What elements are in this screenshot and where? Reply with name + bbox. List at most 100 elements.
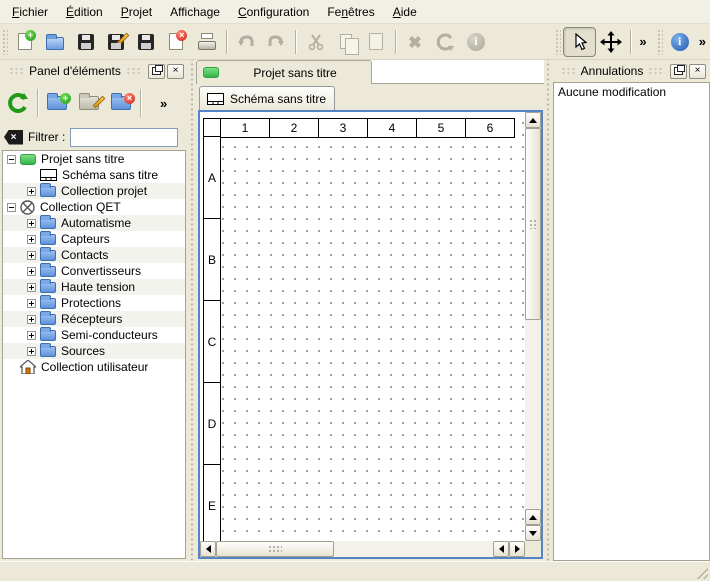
collapse-icon[interactable] [7, 155, 16, 164]
toolbar-overflow-button[interactable]: » [635, 34, 650, 49]
rotate-button[interactable] [430, 27, 460, 57]
dock-texture [648, 67, 663, 75]
arrow-right-icon [515, 545, 520, 553]
menu-fenetres[interactable]: Fenêtres [318, 1, 383, 23]
arrow-left-icon [499, 545, 504, 553]
close-panel-button[interactable]: × [689, 64, 706, 79]
float-panel-button[interactable] [670, 64, 687, 79]
tree-item-recepteurs[interactable]: Récepteurs [3, 311, 185, 327]
resize-grip[interactable] [695, 566, 708, 579]
left-splitter-handle[interactable] [188, 60, 196, 561]
expand-icon[interactable] [27, 331, 36, 340]
folder-icon [40, 298, 56, 309]
move-mode-button[interactable] [596, 27, 626, 57]
column-header-cell: 6 [465, 118, 515, 138]
tree-item-schema[interactable]: Schéma sans titre [3, 167, 185, 183]
tree-item-protections[interactable]: Protections [3, 295, 185, 311]
select-mode-button[interactable] [563, 27, 596, 57]
column-header-cell: 2 [269, 118, 319, 138]
expand-icon[interactable] [27, 235, 36, 244]
redo-button[interactable] [261, 27, 291, 57]
toolbar-drag-handle[interactable] [2, 29, 8, 55]
menu-aide[interactable]: Aide [384, 1, 426, 23]
print-button[interactable] [192, 27, 222, 57]
qelectrotech-window: Fichier Édition Projet Affichage Configu… [0, 0, 710, 581]
scroll-left-button[interactable] [200, 541, 216, 557]
collapse-icon[interactable] [7, 203, 16, 212]
menu-configuration[interactable]: Configuration [229, 1, 318, 23]
float-panel-button[interactable] [148, 64, 165, 79]
main-toolbar: + × [0, 24, 710, 60]
tree-item-semi-conducteurs[interactable]: Semi-conducteurs [3, 327, 185, 343]
close-document-button[interactable]: × [161, 27, 191, 57]
filter-row: × Filtrer : [0, 124, 188, 150]
tree-item-convertisseurs[interactable]: Convertisseurs [3, 263, 185, 279]
expand-icon[interactable] [27, 219, 36, 228]
toolbar-overflow-button[interactable]: » [695, 34, 710, 49]
save-all-button[interactable] [131, 27, 161, 57]
delete-category-button[interactable]: × [105, 87, 137, 119]
tree-item-sources[interactable]: Sources [3, 343, 185, 359]
undo-list-item[interactable]: Aucune modification [556, 84, 707, 100]
tree-item-contacts[interactable]: Contacts [3, 247, 185, 263]
expand-icon[interactable] [27, 283, 36, 292]
new-category-button[interactable]: + [41, 87, 73, 119]
toolbar-drag-handle[interactable] [657, 29, 663, 55]
folder-icon [40, 250, 56, 261]
tab-project[interactable]: Projet sans titre [196, 60, 372, 84]
open-button[interactable] [40, 27, 70, 57]
expand-icon[interactable] [27, 299, 36, 308]
tree-item-capteurs[interactable]: Capteurs [3, 231, 185, 247]
toolbar-drag-handle[interactable] [555, 29, 561, 55]
new-document-button[interactable]: + [10, 27, 40, 57]
menu-edition[interactable]: Édition [57, 1, 112, 23]
panel-overflow-button[interactable]: » [156, 96, 171, 111]
horizontal-scrollbar[interactable] [200, 541, 525, 557]
delete-button[interactable] [400, 27, 430, 57]
scroll-down-button[interactable] [525, 525, 541, 541]
tree-item-collection-qet[interactable]: Collection QET [3, 199, 185, 215]
about-info-button[interactable]: i [665, 27, 695, 57]
tree-item-projet[interactable]: Projet sans titre [3, 151, 185, 167]
tree-item-collection-utilisateur[interactable]: Collection utilisateur [3, 359, 185, 375]
menu-affichage[interactable]: Affichage [161, 1, 229, 23]
undo-panel-titlebar[interactable]: Annulations × [552, 60, 710, 82]
menu-fichier[interactable]: Fichier [3, 1, 57, 23]
close-panel-button[interactable]: × [167, 64, 184, 79]
reload-collections-button[interactable] [2, 87, 34, 119]
expand-icon[interactable] [27, 347, 36, 356]
scroll-right-button[interactable] [509, 541, 525, 557]
filter-input[interactable] [70, 128, 178, 147]
vertical-scrollbar[interactable] [525, 112, 541, 541]
save-as-button[interactable] [101, 27, 131, 57]
tree-item-collection-projet[interactable]: Collection projet [3, 183, 185, 199]
cursor-arrow-icon [572, 33, 588, 51]
scroll-up-button[interactable] [525, 112, 541, 128]
expand-icon[interactable] [27, 315, 36, 324]
paste-button[interactable] [361, 27, 391, 57]
cut-button[interactable] [300, 27, 330, 57]
element-info-button[interactable]: i [461, 27, 491, 57]
schema-canvas[interactable]: 1 2 3 4 5 6 A B C D E [200, 112, 525, 541]
expand-icon[interactable] [27, 187, 36, 196]
save-button[interactable] [70, 27, 100, 57]
expand-icon[interactable] [27, 251, 36, 260]
titleblock-corner-cell [203, 118, 221, 138]
edit-category-button[interactable] [73, 87, 105, 119]
tree-item-automatisme[interactable]: Automatisme [3, 215, 185, 231]
copy-button[interactable] [331, 27, 361, 57]
vertical-scroll-thumb[interactable] [525, 128, 541, 320]
undo-button[interactable] [231, 27, 261, 57]
tab-schema[interactable]: Schéma sans titre [199, 86, 335, 110]
right-splitter-handle[interactable] [544, 60, 552, 561]
horizontal-scroll-thumb[interactable] [216, 541, 334, 557]
clear-filter-icon[interactable]: × [4, 130, 23, 145]
redo-icon [266, 33, 286, 51]
scroll-left-button-2[interactable] [493, 541, 509, 557]
elements-panel-titlebar[interactable]: Panel d'éléments × [0, 60, 188, 82]
menu-projet[interactable]: Projet [112, 1, 161, 23]
tree-item-haute-tension[interactable]: Haute tension [3, 279, 185, 295]
undo-history-list[interactable]: Aucune modification [553, 82, 710, 561]
scroll-up-button-2[interactable] [525, 509, 541, 525]
expand-icon[interactable] [27, 267, 36, 276]
